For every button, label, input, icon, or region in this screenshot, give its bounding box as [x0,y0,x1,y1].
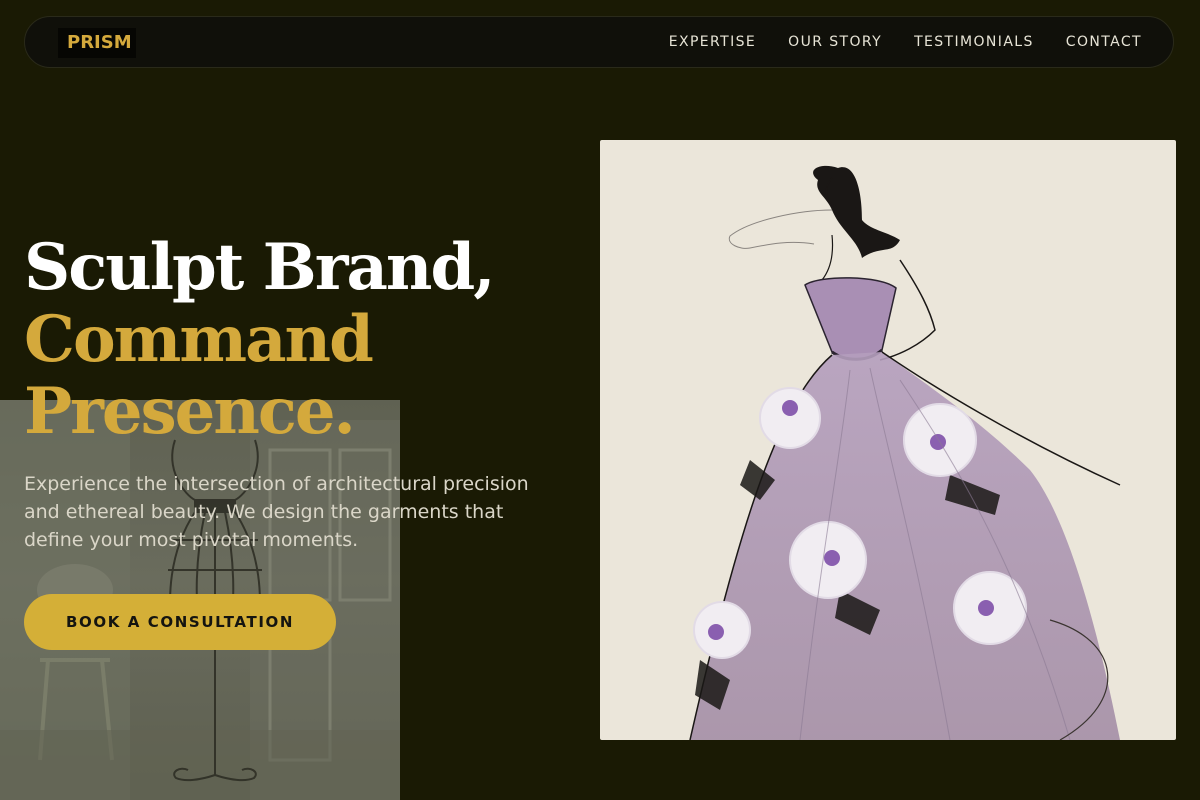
nav-link-testimonials[interactable]: TESTIMONIALS [914,34,1034,50]
nav-links: EXPERTISE OUR STORY TESTIMONIALS CONTACT [669,17,1142,67]
hero-headline: Sculpt Brand, Command Presence. [24,232,584,448]
brand-logo[interactable]: PRISM [58,28,136,58]
hero-subtitle: Experience the intersection of architect… [24,473,529,551]
gown-sketch-illustration [600,140,1176,740]
nav-link-our-story[interactable]: OUR STORY [788,34,882,50]
top-navbar: PRISM EXPERTISE OUR STORY TESTIMONIALS C… [24,16,1174,68]
nav-link-expertise[interactable]: EXPERTISE [669,34,756,50]
book-consultation-button[interactable]: BOOK A CONSULTATION [24,594,336,650]
headline-line-1: Sculpt Brand, [24,230,495,305]
headline-line-2: Command Presence. [24,302,374,449]
nav-link-contact[interactable]: CONTACT [1066,34,1142,50]
